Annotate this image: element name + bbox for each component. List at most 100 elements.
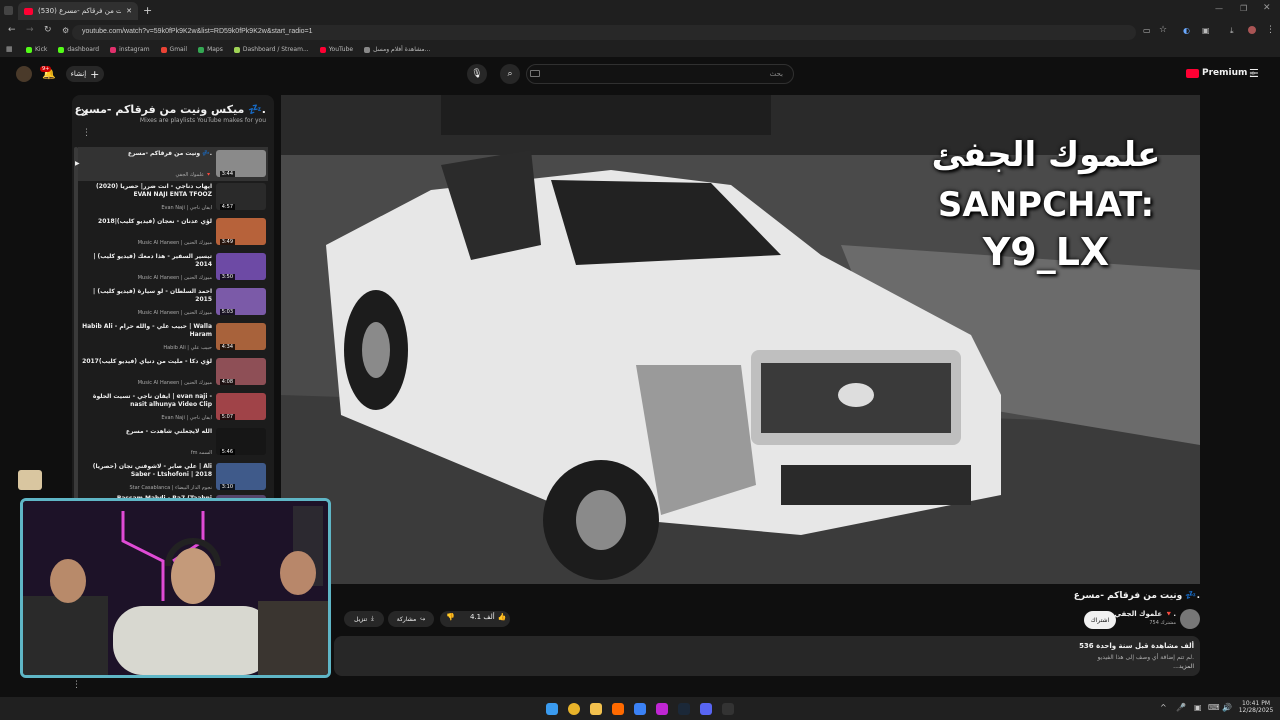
show-more-link[interactable]: ...المزيد [1173,663,1194,670]
app-icon[interactable] [634,703,646,715]
subscribe-button[interactable]: اشتراك [1084,611,1116,629]
keyboard-icon[interactable] [530,70,540,77]
youtube-premium-logo[interactable]: Premium JO [1186,68,1255,78]
language-icon[interactable]: ⌨ [1208,703,1220,712]
bookmark-kick[interactable]: Kick [26,46,47,53]
clock-date: 12/28/2025 [1238,707,1274,714]
item-title: احمد السلطان - لو سيارة (فيديو كليب) | 2… [93,288,212,303]
volume-icon[interactable]: 🔊 [1222,703,1232,712]
url-text: youtube.com/watch?v=59k0fPk9K2w&list=RD5… [82,28,313,35]
maximize-button[interactable]: ❐ [1240,4,1247,13]
playlist-item[interactable]: 3:10 علي صابر - لاشوفني تجان (حصريا) | A… [78,460,268,494]
video-title: ونيت من فرقاكم -مسرع 💤. [1073,591,1200,601]
playlist-item[interactable]: 4:08 لؤي دكا - مليت من دنياي (فيديو كليب… [78,355,268,389]
playlist-item[interactable]: 3:49 لؤي عدنان - نعجان (فيديو كليب)|2018… [78,215,268,249]
bookmark-star-icon[interactable]: ☆ [1159,25,1167,35]
tray-chevron-icon[interactable]: ^ [1160,703,1167,712]
minimize-button[interactable]: — [1215,4,1223,13]
search-input[interactable]: بحث [526,64,794,84]
playlist-item[interactable]: 4:34 Habib Ali - حبيب علي - والله حرام |… [78,320,268,354]
bookmark-label: instagram [119,46,150,53]
extension-icon[interactable]: ◐ [1183,26,1190,35]
tab-search-icon[interactable] [4,6,13,15]
playlist-item[interactable]: 3:44 ونيت من فرقاكم -مسرع 💤. علموك الجفي… [75,147,268,181]
network-icon[interactable]: ▣ [1194,703,1202,712]
subscriber-count: 754 مشترك [1149,620,1176,626]
microphone-icon[interactable]: 🎤 [1176,703,1186,712]
bookmark-label: مشاهدة أفلام ومسل... [373,46,431,53]
search-button[interactable]: ⌕ [500,64,520,84]
playlist-item[interactable]: 5:03 احمد السلطان - لو سيارة (فيديو كليب… [78,285,268,319]
view-count-date: 536 ألف مشاهدة قبل سنة واحدة [1079,642,1194,650]
apps-grid-icon[interactable]: ▦ [6,45,13,53]
discord-icon[interactable] [700,703,712,715]
browser-tab[interactable]: (530) ونيت من فرقاكم -مسرع ✕ [18,2,138,20]
webcam-overlay [20,498,331,678]
site-info-icon[interactable]: ⚙ [62,26,69,35]
clock[interactable]: 10:41 PM 12/28/2025 [1238,700,1274,714]
bookmark-gmail[interactable]: Gmail [160,46,187,53]
download-button[interactable]: تنزيل ⤓ [344,611,384,627]
slack-icon[interactable] [656,703,668,715]
steam-icon[interactable] [678,703,690,715]
playlist-item[interactable]: 5:07 ايفان ناجي - تسيت الحلوة | evan naj… [78,390,268,424]
gmail-icon [160,46,167,53]
item-title: ايهاب دناجي - انت ضرر| حصريا (2020) EVAN… [95,183,212,198]
like-button[interactable]: 4.1 ألف 👍 [470,613,506,621]
account-avatar[interactable] [16,66,32,82]
adobe-icon[interactable] [612,703,624,715]
notification-count-badge: 9+ [40,66,52,72]
profile-avatar[interactable] [1248,26,1256,34]
capcut-icon[interactable] [722,703,734,715]
video-player[interactable]: علموك الجفئ SANPCHAT: Y9_LX [281,95,1200,584]
close-playlist-icon[interactable]: ✕ [80,106,89,119]
back-icon[interactable]: ← [8,25,16,35]
bookmark-youtube[interactable]: YouTube [319,46,353,53]
item-channel: Evan Naji | ايفان ناجي [161,415,212,421]
share-button[interactable]: مشاركة ↪ [388,611,434,627]
window-close-button[interactable]: ✕ [1263,3,1271,13]
playlist-item[interactable]: 4:57 ايهاب دناجي - انت ضرر| حصريا (2020)… [78,180,268,214]
channel-name[interactable]: علموك الجفي 🔻. [1110,610,1176,618]
search-placeholder: بحث [769,70,783,78]
voice-search-icon[interactable]: 🎙 [467,64,487,84]
duration-badge: 3:44 [219,171,235,177]
forward-icon[interactable]: → [26,25,34,35]
reload-icon[interactable]: ↻ [44,25,52,35]
bookmark-maps[interactable]: Maps [198,46,223,53]
video-overlay-handle: Y9_LX [982,230,1110,274]
bookmark-dashboard[interactable]: dashboard [58,46,99,53]
premium-label: Premium [1202,68,1248,78]
playlist-item[interactable]: 5:46 الله لايجعلني شاهدت - مسرع fm السمه [78,425,268,459]
playlist-more-icon[interactable]: ⋮ [82,128,91,138]
dashboard-icon [233,46,240,53]
kick-icon [58,46,65,53]
dislike-button[interactable]: 👎 [446,613,455,621]
description-box[interactable]: 536 ألف مشاهدة قبل سنة واحدة لم تتم إضاف… [334,636,1200,676]
url-bar[interactable]: youtube.com/watch?v=59k0fPk9K2w&list=RD5… [72,25,1136,40]
item-channel: Evan Naji | ايفان ناجي [161,205,212,211]
playlist-item[interactable]: 3:50 تيسير السفير - هذا دمعك (فيديو كليب… [78,250,268,284]
more-options-icon[interactable]: ⋮ [72,680,81,690]
bookmark-stream-dashboard[interactable]: Dashboard / Stream... [233,46,309,53]
create-label: إنشاء [70,70,87,78]
new-tab-button[interactable]: + [143,4,152,17]
windows-start-icon[interactable] [546,703,558,715]
guide-menu-icon[interactable]: ☰ [1249,67,1259,80]
tab-close-icon[interactable]: ✕ [126,7,132,15]
bookmark-movies[interactable]: مشاهدة أفلام ومسل... [364,46,430,53]
playlist-title: ميكس ونيت من فرقاكم -مسرع 💤. [74,103,266,116]
channel-avatar[interactable] [1180,609,1200,629]
browser-titlebar [0,0,1280,22]
extensions-puzzle-icon[interactable]: ▣ [1202,26,1210,35]
bookmark-instagram[interactable]: instagram [110,46,150,53]
file-explorer-icon[interactable] [590,703,602,715]
create-button[interactable]: إنشاء + [66,66,104,82]
cast-icon[interactable]: ▭ [1143,26,1151,35]
download-label: تنزيل [354,615,368,623]
duration-badge: 3:49 [219,239,235,245]
chrome-icon[interactable] [568,703,580,715]
download-icon: ⤓ [371,615,374,622]
browser-menu-icon[interactable]: ⋮ [1266,25,1275,35]
downloads-icon[interactable]: ⤓ [1230,26,1234,36]
